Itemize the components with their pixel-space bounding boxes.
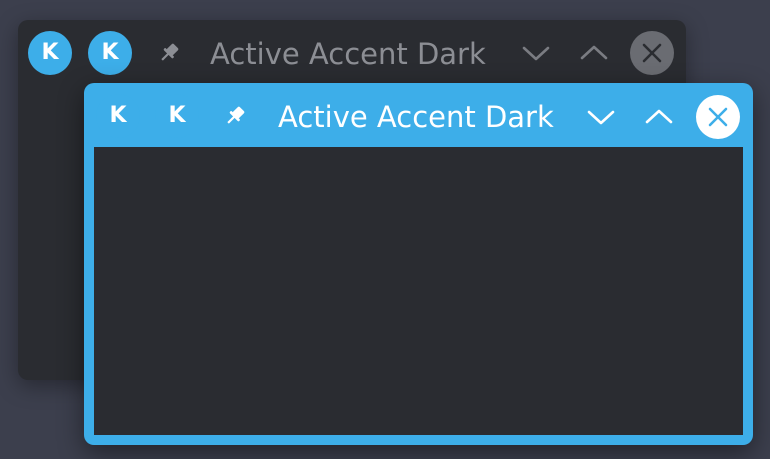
kde-app-icon[interactable]: K [96,94,140,138]
kde-logo-glyph: K [101,40,119,65]
kde-menu-icon[interactable]: K [88,31,132,75]
minimize-icon[interactable] [579,95,623,139]
window-title: Active Accent Dark [278,100,554,134]
window-title: Active Accent Dark [210,37,486,71]
close-icon[interactable] [630,31,674,75]
kde-menu-icon[interactable]: K [155,94,199,138]
pin-icon[interactable] [220,101,250,131]
maximize-icon[interactable] [572,31,616,75]
close-icon[interactable] [696,95,740,139]
inactive-window-titlebar[interactable]: K K Active Accent Dark [18,20,686,86]
active-window[interactable]: K K Active Accent Dark [84,83,753,445]
kde-logo-glyph: K [109,103,127,128]
kde-logo-glyph: K [41,40,59,65]
window-content-area[interactable] [94,147,743,435]
kde-logo-glyph: K [168,103,186,128]
maximize-icon[interactable] [637,95,681,139]
active-window-titlebar[interactable]: K K Active Accent Dark [84,83,753,147]
pin-icon[interactable] [154,38,184,68]
kde-app-icon[interactable]: K [28,31,72,75]
minimize-icon[interactable] [514,31,558,75]
